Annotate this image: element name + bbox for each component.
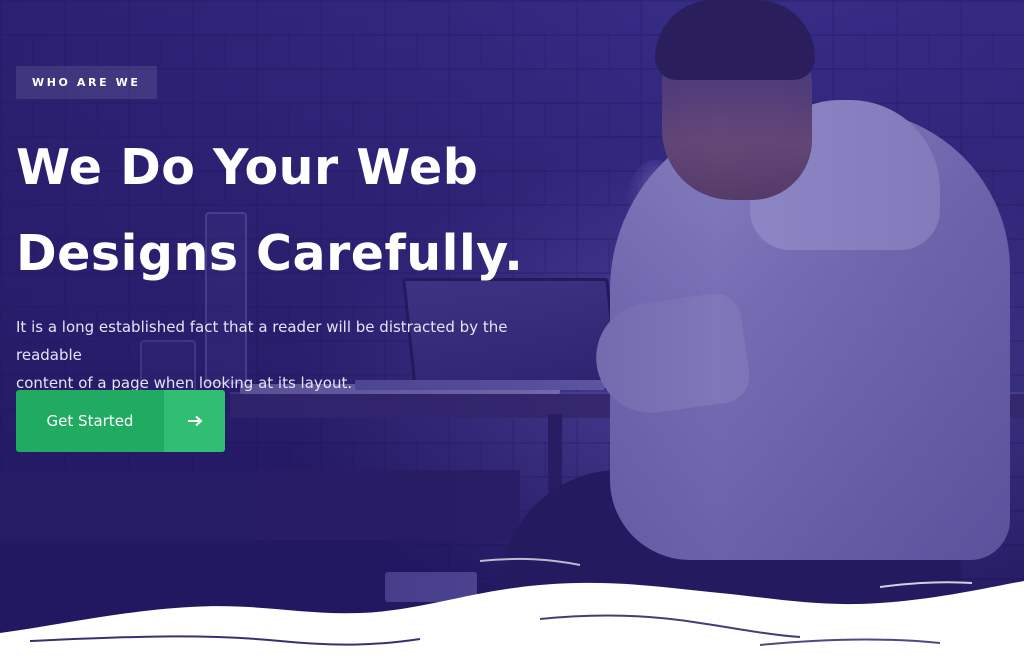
hero-section: WHO ARE WE We Do Your Web Designs Carefu… (0, 0, 1024, 661)
section-badge: WHO ARE WE (16, 66, 157, 99)
hero-description: It is a long established fact that a rea… (16, 313, 576, 397)
hero-title-line-2: Designs Carefully. (16, 225, 524, 282)
hero-content: WHO ARE WE We Do Your Web Designs Carefu… (16, 66, 616, 397)
wave-divider (0, 557, 1024, 661)
hero-description-line-1: It is a long established fact that a rea… (16, 318, 508, 364)
get-started-label[interactable]: Get Started (16, 390, 164, 452)
get-started-button[interactable]: Get Started (16, 390, 225, 452)
hero-title: We Do Your Web Designs Carefully. (16, 125, 616, 297)
arrow-right-icon[interactable] (164, 390, 225, 452)
hero-title-line-1: We Do Your Web (16, 139, 479, 196)
